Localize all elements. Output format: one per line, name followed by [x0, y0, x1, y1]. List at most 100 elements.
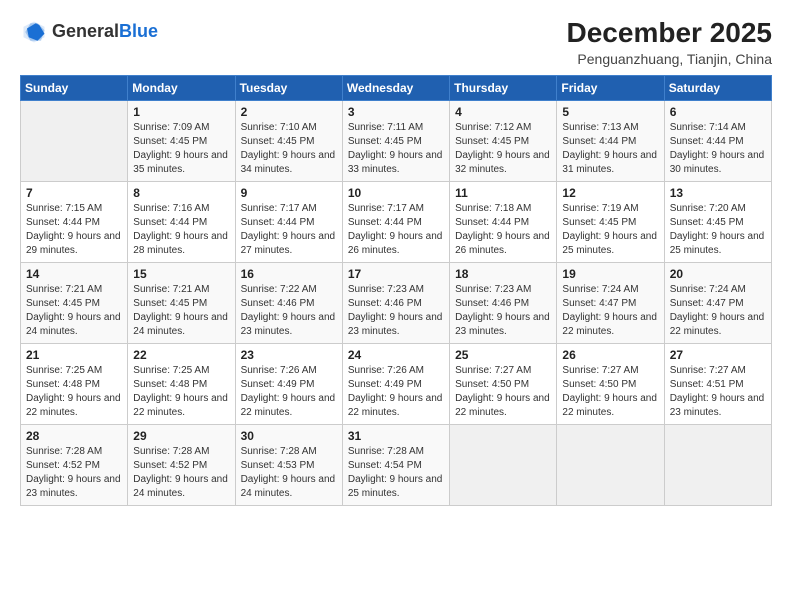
day-number: 14 — [26, 267, 122, 281]
calendar-week-row: 1Sunrise: 7:09 AMSunset: 4:45 PMDaylight… — [21, 100, 772, 181]
day-info: Sunrise: 7:25 AMSunset: 4:48 PMDaylight:… — [133, 364, 229, 420]
calendar-cell: 18Sunrise: 7:23 AMSunset: 4:46 PMDayligh… — [450, 262, 557, 343]
day-number: 16 — [241, 267, 337, 281]
day-number: 25 — [455, 348, 551, 362]
day-info: Sunrise: 7:20 AMSunset: 4:45 PMDaylight:… — [670, 202, 766, 258]
day-info: Sunrise: 7:11 AMSunset: 4:45 PMDaylight:… — [348, 121, 444, 177]
day-info: Sunrise: 7:27 AMSunset: 4:50 PMDaylight:… — [562, 364, 658, 420]
day-number: 13 — [670, 186, 766, 200]
calendar-cell: 1Sunrise: 7:09 AMSunset: 4:45 PMDaylight… — [128, 100, 235, 181]
calendar-cell: 14 Sunrise: 7:21 AMSunset: 4:45 PMDayligh… — [21, 262, 128, 343]
calendar-cell: 27 Sunrise: 7:27 AMSunset: 4:51 PMDayligh… — [664, 343, 771, 424]
day-number: 21 — [26, 348, 122, 362]
logo-general: General — [52, 22, 119, 42]
calendar-cell: 15 Sunrise: 7:21 AMSunset: 4:45 PMDayligh… — [128, 262, 235, 343]
calendar-cell: 2Sunrise: 7:10 AMSunset: 4:45 PMDaylight… — [235, 100, 342, 181]
day-info: Sunrise: 7:13 AMSunset: 4:44 PMDaylight:… — [562, 121, 658, 177]
calendar-header-saturday: Saturday — [664, 75, 771, 100]
day-info: Sunrise: 7:27 AMSunset: 4:50 PMDaylight:… — [455, 364, 551, 420]
calendar-cell: 5 Sunrise: 7:13 AMSunset: 4:44 PMDaylight… — [557, 100, 664, 181]
calendar-cell: 26 Sunrise: 7:27 AMSunset: 4:50 PMDayligh… — [557, 343, 664, 424]
calendar-header-thursday: Thursday — [450, 75, 557, 100]
day-number: 8 — [133, 186, 229, 200]
day-number: 10 — [348, 186, 444, 200]
day-info: Sunrise: 7:14 AMSunset: 4:44 PMDaylight:… — [670, 121, 766, 177]
day-number: 31 — [348, 429, 444, 443]
calendar-cell: 7Sunrise: 7:15 AMSunset: 4:44 PMDaylight… — [21, 181, 128, 262]
calendar-week-row: 21 Sunrise: 7:25 AMSunset: 4:48 PMDayligh… — [21, 343, 772, 424]
calendar-cell: 29 Sunrise: 7:28 AMSunset: 4:52 PMDayligh… — [128, 424, 235, 505]
day-number: 3 — [348, 105, 444, 119]
logo-blue: Blue — [119, 22, 158, 42]
day-info: Sunrise: 7:28 AMSunset: 4:53 PMDaylight:… — [241, 445, 337, 501]
day-number: 27 — [670, 348, 766, 362]
calendar-cell — [557, 424, 664, 505]
calendar-cell: 20 Sunrise: 7:24 AMSunset: 4:47 PMDayligh… — [664, 262, 771, 343]
calendar-cell: 24 Sunrise: 7:26 AMSunset: 4:49 PMDayligh… — [342, 343, 449, 424]
calendar-cell: 12Sunrise: 7:19 AMSunset: 4:45 PMDayligh… — [557, 181, 664, 262]
calendar-week-row: 28Sunrise: 7:28 AMSunset: 4:52 PMDayligh… — [21, 424, 772, 505]
day-number: 5 — [562, 105, 658, 119]
day-info: Sunrise: 7:17 AMSunset: 4:44 PMDaylight:… — [348, 202, 444, 258]
calendar-cell: 23Sunrise: 7:26 AMSunset: 4:49 PMDayligh… — [235, 343, 342, 424]
day-info: Sunrise: 7:16 AMSunset: 4:44 PMDaylight:… — [133, 202, 229, 258]
calendar-cell — [450, 424, 557, 505]
calendar-cell: 17 Sunrise: 7:23 AMSunset: 4:46 PMDayligh… — [342, 262, 449, 343]
calendar-header-monday: Monday — [128, 75, 235, 100]
calendar-header-friday: Friday — [557, 75, 664, 100]
day-info: Sunrise: 7:26 AMSunset: 4:49 PMDaylight:… — [348, 364, 444, 420]
page: GeneralBlue December 2025 Penguanzhuang,… — [0, 0, 792, 612]
day-number: 29 — [133, 429, 229, 443]
calendar-cell: 31Sunrise: 7:28 AMSunset: 4:54 PMDayligh… — [342, 424, 449, 505]
day-number: 20 — [670, 267, 766, 281]
logo-text-block: GeneralBlue — [52, 22, 158, 42]
calendar-cell: 28Sunrise: 7:28 AMSunset: 4:52 PMDayligh… — [21, 424, 128, 505]
day-info: Sunrise: 7:15 AMSunset: 4:44 PMDaylight:… — [26, 202, 122, 258]
day-info: Sunrise: 7:24 AMSunset: 4:47 PMDaylight:… — [562, 283, 658, 339]
day-info: Sunrise: 7:18 AMSunset: 4:44 PMDaylight:… — [455, 202, 551, 258]
calendar-cell: 6 Sunrise: 7:14 AMSunset: 4:44 PMDaylight… — [664, 100, 771, 181]
day-info: Sunrise: 7:21 AMSunset: 4:45 PMDaylight:… — [26, 283, 122, 339]
day-info: Sunrise: 7:27 AMSunset: 4:51 PMDaylight:… — [670, 364, 766, 420]
day-info: Sunrise: 7:23 AMSunset: 4:46 PMDaylight:… — [348, 283, 444, 339]
calendar-table: SundayMondayTuesdayWednesdayThursdayFrid… — [20, 75, 772, 506]
day-info: Sunrise: 7:21 AMSunset: 4:45 PMDaylight:… — [133, 283, 229, 339]
calendar-cell — [21, 100, 128, 181]
calendar-header-tuesday: Tuesday — [235, 75, 342, 100]
logo: GeneralBlue — [20, 18, 158, 46]
location: Penguanzhuang, Tianjin, China — [567, 51, 772, 67]
day-number: 9 — [241, 186, 337, 200]
logo-icon — [20, 18, 48, 46]
day-number: 26 — [562, 348, 658, 362]
day-number: 24 — [348, 348, 444, 362]
day-info: Sunrise: 7:24 AMSunset: 4:47 PMDaylight:… — [670, 283, 766, 339]
calendar-cell: 9 Sunrise: 7:17 AMSunset: 4:44 PMDaylight… — [235, 181, 342, 262]
day-info: Sunrise: 7:26 AMSunset: 4:49 PMDaylight:… — [241, 364, 337, 420]
calendar-cell: 10 Sunrise: 7:17 AMSunset: 4:44 PMDayligh… — [342, 181, 449, 262]
day-info: Sunrise: 7:10 AMSunset: 4:45 PMDaylight:… — [241, 121, 337, 177]
day-number: 12 — [562, 186, 658, 200]
calendar-cell: 3 Sunrise: 7:11 AMSunset: 4:45 PMDaylight… — [342, 100, 449, 181]
day-number: 11 — [455, 186, 551, 200]
day-info: Sunrise: 7:17 AMSunset: 4:44 PMDaylight:… — [241, 202, 337, 258]
title-block: December 2025 Penguanzhuang, Tianjin, Ch… — [567, 18, 772, 67]
day-number: 18 — [455, 267, 551, 281]
day-info: Sunrise: 7:12 AMSunset: 4:45 PMDaylight:… — [455, 121, 551, 177]
calendar-header-row: SundayMondayTuesdayWednesdayThursdayFrid… — [21, 75, 772, 100]
calendar-week-row: 14 Sunrise: 7:21 AMSunset: 4:45 PMDayligh… — [21, 262, 772, 343]
day-number: 22 — [133, 348, 229, 362]
calendar-cell: 11 Sunrise: 7:18 AMSunset: 4:44 PMDayligh… — [450, 181, 557, 262]
calendar-cell: 30Sunrise: 7:28 AMSunset: 4:53 PMDayligh… — [235, 424, 342, 505]
calendar-header-wednesday: Wednesday — [342, 75, 449, 100]
calendar-cell: 19 Sunrise: 7:24 AMSunset: 4:47 PMDayligh… — [557, 262, 664, 343]
day-number: 19 — [562, 267, 658, 281]
calendar-header-sunday: Sunday — [21, 75, 128, 100]
calendar-cell: 21Sunrise: 7:25 AMSunset: 4:48 PMDayligh… — [21, 343, 128, 424]
day-info: Sunrise: 7:28 AMSunset: 4:52 PMDaylight:… — [133, 445, 229, 501]
day-number: 15 — [133, 267, 229, 281]
day-number: 6 — [670, 105, 766, 119]
day-number: 17 — [348, 267, 444, 281]
calendar-cell: 8 Sunrise: 7:16 AMSunset: 4:44 PMDaylight… — [128, 181, 235, 262]
day-info: Sunrise: 7:28 AMSunset: 4:52 PMDaylight:… — [26, 445, 122, 501]
calendar-week-row: 7Sunrise: 7:15 AMSunset: 4:44 PMDaylight… — [21, 181, 772, 262]
